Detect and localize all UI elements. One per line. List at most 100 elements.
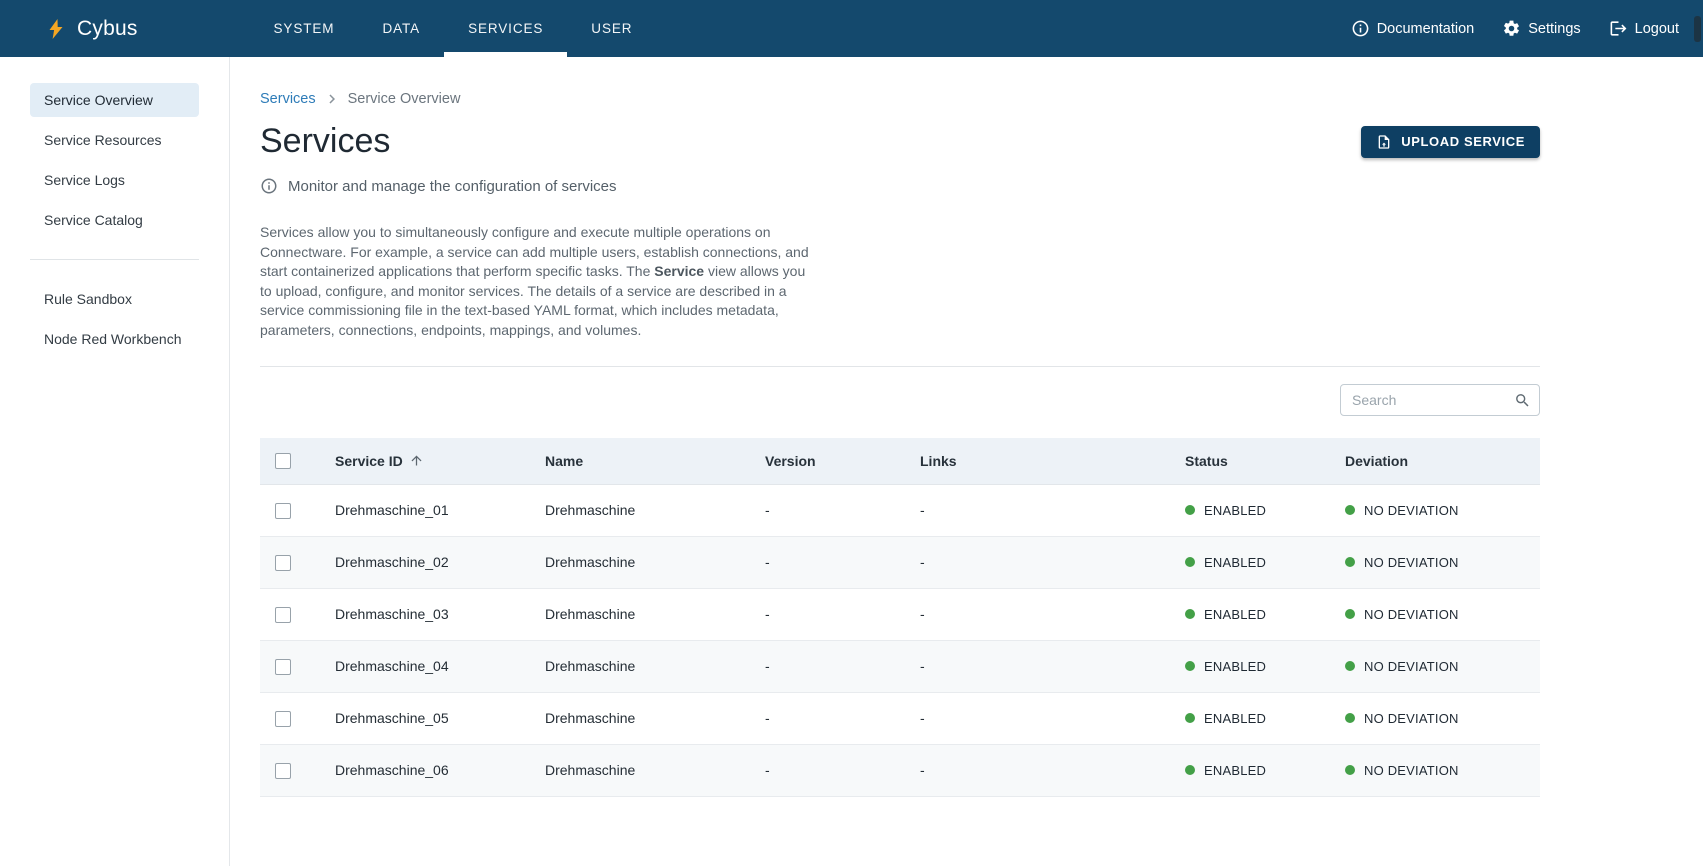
row-checkbox[interactable] (275, 503, 291, 519)
main-nav: SYSTEM DATA SERVICES USER (250, 0, 657, 57)
status-label: ENABLED (1204, 763, 1266, 778)
app-root: Cybus SYSTEM DATA SERVICES USER Document… (0, 0, 1703, 866)
table-row[interactable]: Drehmaschine_01 Drehmaschine - - ENABLED… (260, 484, 1540, 536)
column-header-version[interactable]: Version (765, 438, 920, 484)
deviation-dot (1345, 557, 1355, 567)
scrollbar-thumb[interactable] (1694, 16, 1701, 42)
row-checkbox[interactable] (275, 659, 291, 675)
chevron-right-icon (320, 90, 344, 108)
page-subtitle: Monitor and manage the configuration of … (288, 178, 617, 195)
deviation-dot (1345, 765, 1355, 775)
deviation-dot (1345, 609, 1355, 619)
page-title: Services (260, 122, 390, 161)
cell-status: ENABLED (1185, 484, 1345, 536)
row-checkbox[interactable] (275, 763, 291, 779)
description-part-bold: Service (654, 263, 704, 279)
logout-icon (1609, 19, 1628, 38)
cell-name: Drehmaschine (545, 484, 765, 536)
nav-tab-services[interactable]: SERVICES (444, 0, 567, 57)
select-all-checkbox[interactable] (275, 453, 291, 469)
documentation-link[interactable]: Documentation (1351, 19, 1475, 38)
column-header-links[interactable]: Links (920, 438, 1185, 484)
status-dot (1185, 661, 1195, 671)
upload-service-label: UPLOAD SERVICE (1401, 134, 1525, 149)
table-row[interactable]: Drehmaschine_06 Drehmaschine - - ENABLED… (260, 744, 1540, 796)
row-checkbox[interactable] (275, 555, 291, 571)
services-table: Service ID Name Version Links Status Dev… (260, 438, 1540, 797)
status-dot (1185, 609, 1195, 619)
brand-name: Cybus (77, 17, 138, 41)
cybus-logo-icon (44, 17, 68, 41)
info-icon (1351, 19, 1370, 38)
cell-name: Drehmaschine (545, 744, 765, 796)
cell-service-id: Drehmaschine_04 (335, 640, 545, 692)
search-box (1340, 384, 1540, 416)
cell-status: ENABLED (1185, 640, 1345, 692)
cell-links: - (920, 744, 1185, 796)
column-header-status[interactable]: Status (1185, 438, 1345, 484)
documentation-label: Documentation (1377, 21, 1475, 37)
cell-status: ENABLED (1185, 536, 1345, 588)
nav-tab-user[interactable]: USER (567, 0, 656, 57)
deviation-label: NO DEVIATION (1364, 555, 1459, 570)
row-checkbox[interactable] (275, 607, 291, 623)
cell-links: - (920, 692, 1185, 744)
status-dot (1185, 505, 1195, 515)
table-row[interactable]: Drehmaschine_05 Drehmaschine - - ENABLED… (260, 692, 1540, 744)
sidebar-divider (30, 259, 199, 260)
sidebar-item-service-resources[interactable]: Service Resources (30, 123, 199, 157)
cell-service-id: Drehmaschine_05 (335, 692, 545, 744)
main-content: Services Service Overview Services UPLOA… (230, 57, 1703, 866)
breadcrumb-services-link[interactable]: Services (260, 91, 316, 107)
cell-name: Drehmaschine (545, 536, 765, 588)
logout-label: Logout (1635, 21, 1679, 37)
page-description: Services allow you to simultaneously con… (260, 223, 812, 340)
gear-icon (1502, 19, 1521, 38)
navbar-actions: Documentation Settings Logout (1351, 0, 1679, 57)
cell-links: - (920, 536, 1185, 588)
cell-version: - (765, 588, 920, 640)
cell-version: - (765, 692, 920, 744)
cell-deviation: NO DEVIATION (1345, 484, 1540, 536)
column-label: Service ID (335, 453, 403, 469)
deviation-dot (1345, 713, 1355, 723)
sidebar-item-service-logs[interactable]: Service Logs (30, 163, 199, 197)
deviation-label: NO DEVIATION (1364, 763, 1459, 778)
cell-deviation: NO DEVIATION (1345, 536, 1540, 588)
status-label: ENABLED (1204, 607, 1266, 622)
logout-link[interactable]: Logout (1609, 19, 1679, 38)
breadcrumb: Services Service Overview (260, 90, 1540, 108)
sort-ascending-icon[interactable] (409, 453, 424, 468)
sidebar-item-node-red-workbench[interactable]: Node Red Workbench (30, 322, 199, 356)
table-row[interactable]: Drehmaschine_04 Drehmaschine - - ENABLED… (260, 640, 1540, 692)
nav-tab-data[interactable]: DATA (358, 0, 444, 57)
section-divider (260, 366, 1540, 367)
column-header-service-id[interactable]: Service ID (335, 438, 545, 484)
cell-status: ENABLED (1185, 692, 1345, 744)
status-label: ENABLED (1204, 711, 1266, 726)
nav-tab-system[interactable]: SYSTEM (250, 0, 359, 57)
upload-service-button[interactable]: UPLOAD SERVICE (1361, 126, 1540, 158)
page-body: Service Overview Service Resources Servi… (0, 57, 1703, 866)
cell-links: - (920, 484, 1185, 536)
sidebar-item-service-catalog[interactable]: Service Catalog (30, 203, 199, 237)
table-body: Drehmaschine_01 Drehmaschine - - ENABLED… (260, 484, 1540, 796)
subtitle-row: Monitor and manage the configuration of … (260, 177, 1540, 195)
status-label: ENABLED (1204, 503, 1266, 518)
brand[interactable]: Cybus (44, 0, 138, 57)
status-label: ENABLED (1204, 555, 1266, 570)
cell-links: - (920, 588, 1185, 640)
search-row (260, 384, 1540, 416)
row-checkbox[interactable] (275, 711, 291, 727)
column-header-name[interactable]: Name (545, 438, 765, 484)
search-input[interactable] (1341, 392, 1565, 408)
settings-link[interactable]: Settings (1502, 19, 1580, 38)
sidebar-item-rule-sandbox[interactable]: Rule Sandbox (30, 282, 199, 316)
table-row[interactable]: Drehmaschine_03 Drehmaschine - - ENABLED… (260, 588, 1540, 640)
cell-deviation: NO DEVIATION (1345, 692, 1540, 744)
table-row[interactable]: Drehmaschine_02 Drehmaschine - - ENABLED… (260, 536, 1540, 588)
deviation-dot (1345, 505, 1355, 515)
sidebar-item-service-overview[interactable]: Service Overview (30, 83, 199, 117)
column-header-deviation[interactable]: Deviation (1345, 438, 1540, 484)
deviation-label: NO DEVIATION (1364, 607, 1459, 622)
